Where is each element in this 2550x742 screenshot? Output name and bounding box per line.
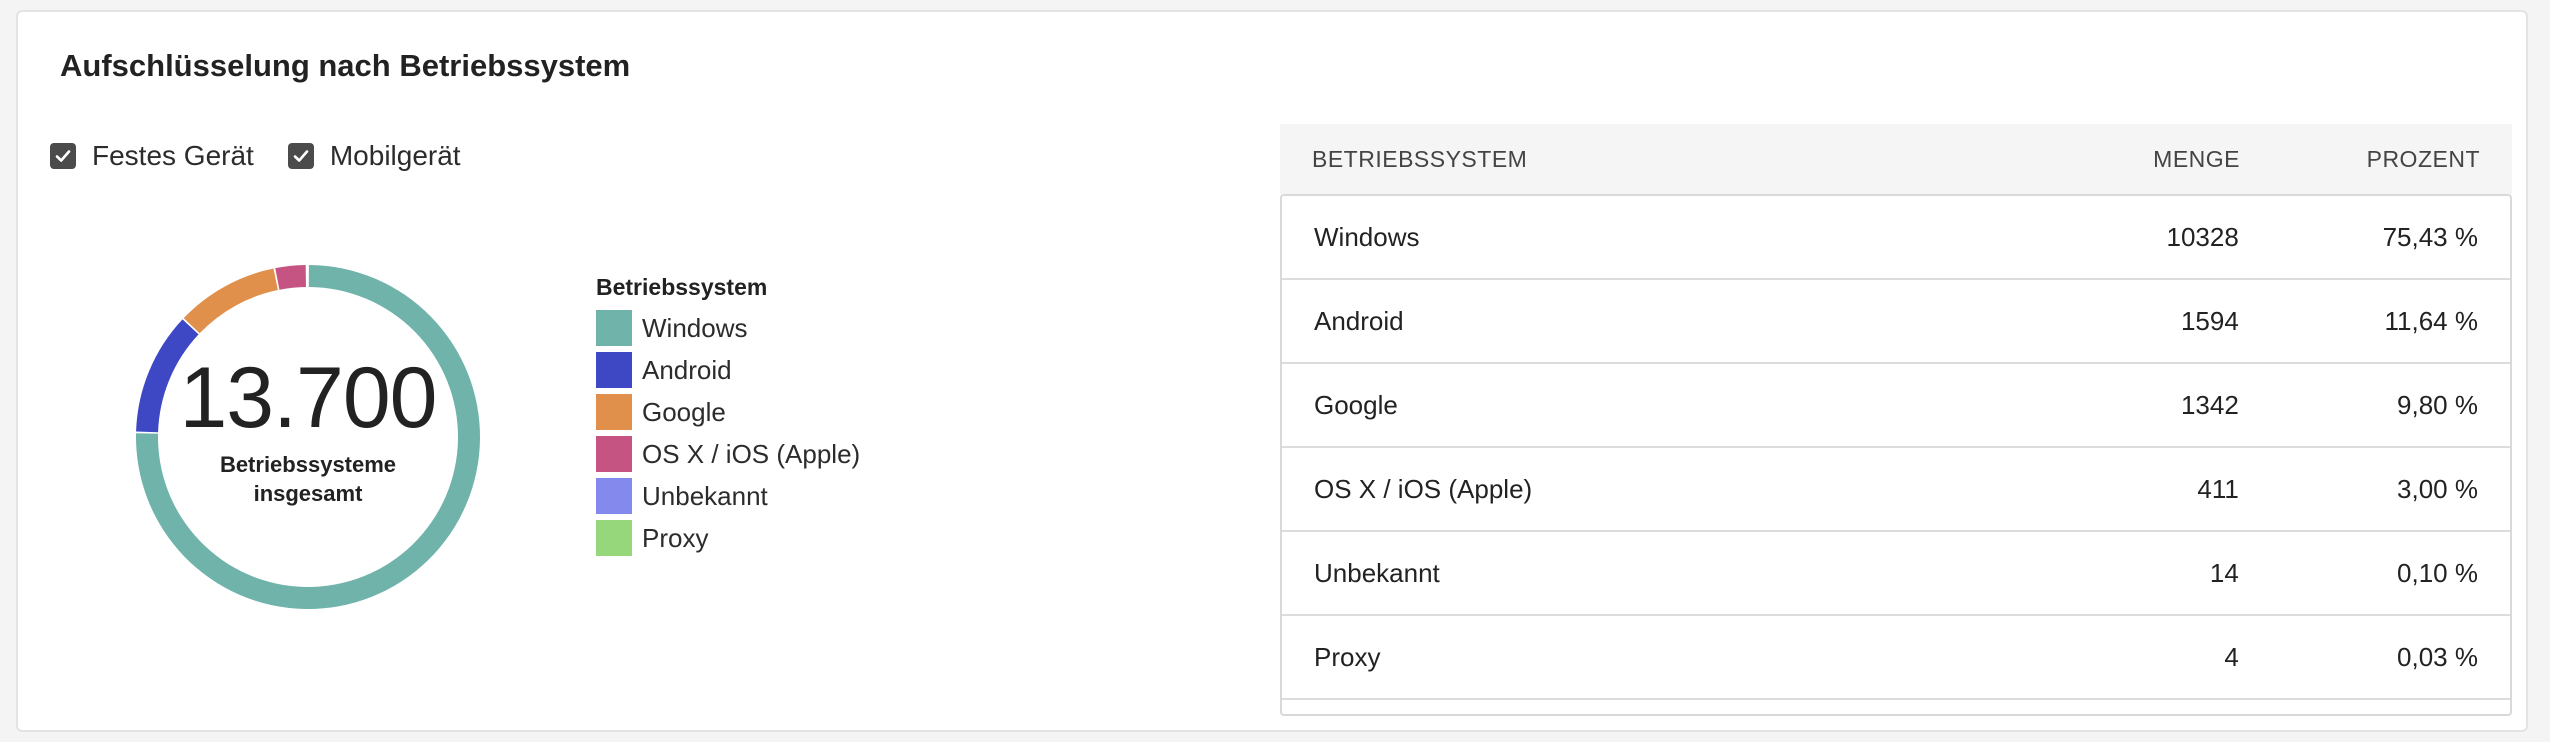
- table-row[interactable]: Proxy 4 0,03 %: [1282, 616, 2510, 700]
- filter-mobile-device[interactable]: Mobilgerät: [287, 140, 461, 172]
- cell-percent: 3,00 %: [2397, 473, 2478, 504]
- legend-item[interactable]: Proxy: [596, 517, 860, 559]
- table-body[interactable]: Windows 10328 75,43 % Android 1594 11,64 % Goo…: [1280, 194, 2512, 716]
- os-table: BETRIEBSSYSTEM MENGE PROZENT Windows 1032…: [1280, 124, 2512, 716]
- os-breakdown-card: Aufschlüsselung nach Betriebssystem Fest…: [16, 10, 2528, 732]
- column-header-os[interactable]: BETRIEBSSYSTEM: [1280, 146, 2000, 173]
- cell-os: Proxy: [1314, 641, 1381, 672]
- cell-os: Android: [1314, 305, 1404, 336]
- cell-percent: 11,64 %: [2384, 305, 2478, 336]
- donut-slice-os-x-ios-apple[interactable]: [275, 265, 306, 290]
- cell-percent: 9,80 %: [2397, 389, 2478, 420]
- legend-swatch: [596, 436, 632, 472]
- legend-label: Windows: [642, 312, 748, 343]
- cell-os: Google: [1314, 389, 1398, 420]
- cell-amount: 1594: [2180, 305, 2239, 336]
- cell-os: Windows: [1314, 221, 1420, 252]
- checkbox-checked-icon[interactable]: [287, 143, 314, 169]
- donut-slice-android[interactable]: [136, 319, 199, 433]
- legend-swatch: [596, 520, 632, 556]
- legend-swatch: [596, 478, 632, 514]
- filter-fixed-device[interactable]: Festes Gerät: [50, 140, 254, 172]
- cell-percent: 0,03 %: [2397, 641, 2478, 672]
- cell-percent: 75,43 %: [2382, 221, 2478, 252]
- donut-chart: [135, 265, 480, 609]
- legend-swatch: [596, 352, 632, 388]
- table-row[interactable]: Google 1342 9,80 %: [1282, 364, 2510, 448]
- table-row[interactable]: Android 1594 11,64 %: [1282, 280, 2510, 364]
- chart-legend: Betriebssystem Windows Android Google OS X …: [596, 274, 860, 559]
- legend-label: Proxy: [642, 522, 709, 553]
- cell-os: Unbekannt: [1314, 557, 1440, 588]
- legend-item[interactable]: Unbekannt: [596, 475, 860, 517]
- legend-item[interactable]: Windows: [596, 307, 860, 349]
- legend-swatch: [596, 310, 632, 346]
- table-row[interactable]: OS X / iOS (Apple) 411 3,00 %: [1282, 448, 2510, 532]
- table-header: BETRIEBSSYSTEM MENGE PROZENT: [1280, 124, 2512, 194]
- legend-item[interactable]: Google: [596, 391, 860, 433]
- column-header-percent[interactable]: PROZENT: [2240, 146, 2512, 173]
- legend-swatch: [596, 394, 632, 430]
- checkbox-checked-icon[interactable]: [50, 143, 76, 169]
- cell-amount: 14: [2209, 557, 2239, 588]
- table-row[interactable]: Windows 10328 75,43 %: [1282, 196, 2510, 280]
- cell-amount: 4: [2224, 641, 2239, 672]
- legend-label: Android: [642, 354, 732, 385]
- donut-slice-google[interactable]: [183, 268, 278, 334]
- legend-title: Betriebssystem: [596, 274, 768, 300]
- cell-amount: 10328: [2166, 221, 2239, 252]
- legend-label: Unbekannt: [642, 480, 768, 511]
- filter-label: Festes Gerät: [92, 140, 254, 171]
- cell-amount: 411: [2197, 473, 2239, 504]
- legend-label: OS X / iOS (Apple): [642, 438, 861, 469]
- cell-percent: 0,10 %: [2397, 557, 2478, 588]
- legend-item[interactable]: OS X / iOS (Apple): [596, 433, 860, 475]
- card-title: Aufschlüsselung nach Betriebssystem: [60, 48, 631, 83]
- device-filters: Festes Gerät Mobilgerät: [50, 140, 495, 172]
- filter-label: Mobilgerät: [329, 140, 461, 171]
- cell-os: OS X / iOS (Apple): [1314, 473, 1533, 504]
- table-row[interactable]: Unbekannt 14 0,10 %: [1282, 532, 2510, 616]
- legend-item[interactable]: Android: [596, 349, 860, 391]
- cell-amount: 1342: [2180, 389, 2239, 420]
- column-header-amount[interactable]: MENGE: [2000, 146, 2240, 173]
- legend-label: Google: [642, 396, 726, 427]
